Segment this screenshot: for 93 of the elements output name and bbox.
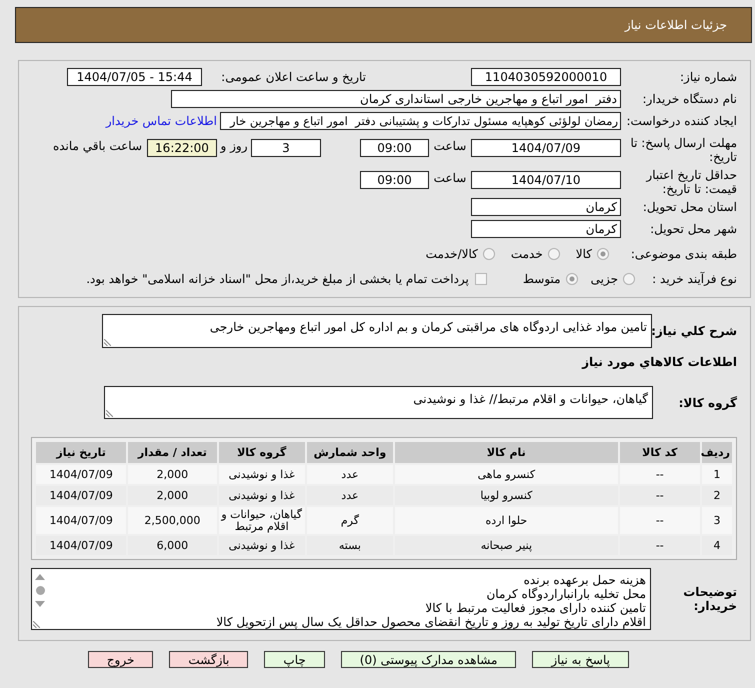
province-field[interactable]: کرمان bbox=[471, 198, 621, 216]
field-label: شرح کلي نیاز: bbox=[652, 324, 737, 338]
action-button[interactable]: خروج bbox=[88, 651, 154, 668]
field-label: طبقه بندی موضوعی: bbox=[630, 247, 737, 261]
table-cell: کنسرو لوبیا bbox=[395, 486, 618, 505]
validity-date-field[interactable]: 1404/07/10 bbox=[471, 171, 621, 189]
field-label: نام دستگاه خریدار: bbox=[642, 92, 737, 106]
action-button[interactable]: بازگشت bbox=[169, 651, 248, 668]
reply-date-field[interactable]: 1404/07/09 bbox=[471, 139, 621, 157]
table-cell: -- bbox=[620, 507, 700, 534]
field-label: شهر محل تحویل: bbox=[649, 222, 737, 236]
table-cell: بسته bbox=[306, 536, 394, 555]
field-label: ایجاد کننده درخواست: bbox=[625, 114, 737, 128]
table-cell: گرم bbox=[306, 507, 394, 534]
table-cell: -- bbox=[620, 465, 700, 484]
announce-date-field[interactable]: 1404/07/05 - 15:44 bbox=[67, 68, 202, 86]
table-cell: 1404/07/09 bbox=[36, 507, 126, 534]
buyer-notes-field[interactable]: هزینه حمل برعهده برنده محل تخلیه بارانباراردوگاه کرمان تامین کننده دارای مجوز فعالیت مرتبط با کالا اقلام دارای تاریخ تولید به روز و تاریخ انقضای محصول حداقل یک سال پس ازتحویل کالا bbox=[31, 568, 651, 630]
field-label: تاریخ و ساعت اعلان عمومی: bbox=[220, 70, 366, 84]
time-left-field[interactable]: 16:22:00 bbox=[147, 139, 217, 157]
option-label: متوسط bbox=[522, 272, 561, 286]
scroll-up-icon[interactable] bbox=[35, 574, 45, 580]
checkbox-label: پرداخت تمام یا بخشی از مبلغ خرید،از محل "اسناد خزانه اسلامی" خواهد بود. bbox=[86, 272, 469, 286]
checkbox[interactable] bbox=[474, 273, 487, 285]
table-cell: 2,000 bbox=[128, 486, 217, 505]
table-cell: غذا و نوشیدنی bbox=[218, 486, 305, 505]
radio-button[interactable] bbox=[482, 248, 495, 260]
option-label: کالا bbox=[576, 247, 592, 261]
action-button[interactable]: چاپ bbox=[264, 651, 325, 668]
table-cell: غذا و نوشیدنی bbox=[218, 465, 305, 484]
goods-group-field[interactable]: گیاهان، حیوانات و اقلام مرتبط// غذا و نوشیدنی bbox=[104, 386, 653, 419]
table-cell: 1 bbox=[702, 465, 732, 484]
table-cell: 1404/07/09 bbox=[36, 536, 126, 555]
radio-button[interactable] bbox=[566, 273, 578, 285]
table-cell: 2 bbox=[702, 486, 732, 505]
option-label: کالا/خدمت bbox=[426, 247, 478, 261]
radio-button[interactable] bbox=[623, 273, 635, 285]
table-cell: -- bbox=[620, 486, 700, 505]
column-header: نام کالا bbox=[395, 442, 618, 463]
buyer-org-field[interactable]: دفتر امور اتباع و مهاجرین خارجی استانداری کرمان bbox=[171, 90, 621, 108]
option-label: خدمت bbox=[510, 247, 543, 261]
field-label: روز و bbox=[219, 139, 248, 153]
radio-button[interactable] bbox=[548, 248, 560, 260]
resize-grip-icon[interactable] bbox=[104, 339, 111, 346]
description-field[interactable]: تامین مواد غذایی اردوگاه های مراقبتی کرمان و بم اداره کل امور اتباع ومهاجرین خارجی bbox=[102, 314, 652, 348]
table-cell: 2,500,000 bbox=[128, 507, 217, 534]
table-cell: کنسرو ماهی bbox=[395, 465, 618, 484]
field-label: گروه کالا: bbox=[678, 396, 737, 410]
resize-grip-icon[interactable] bbox=[33, 621, 40, 628]
table-cell: غذا و نوشیدنی bbox=[218, 536, 305, 555]
column-header: تعداد / مقدار bbox=[128, 442, 217, 463]
field-label: استان محل تحویل: bbox=[642, 200, 737, 214]
resize-grip-icon[interactable] bbox=[106, 410, 113, 417]
field-label: حداقل تاریخ اعتبار قیمت: تا تاریخ: bbox=[644, 168, 737, 196]
radio-button[interactable] bbox=[597, 248, 609, 260]
table-cell: عدد bbox=[306, 486, 394, 505]
table-cell: عدد bbox=[306, 465, 394, 484]
days-left-field[interactable]: 3 bbox=[251, 139, 321, 157]
field-label: ساعت باقي مانده bbox=[52, 139, 142, 153]
scroll-thumb-icon[interactable] bbox=[36, 586, 44, 595]
table-cell: پنیر صبحانه bbox=[395, 536, 618, 555]
table-cell: 1404/07/09 bbox=[36, 465, 126, 484]
buyer-contact-link[interactable]: اطلاعات تماس خریدار bbox=[106, 114, 217, 128]
table-cell: -- bbox=[620, 536, 700, 555]
page-title: جزئیات اطلاعات نیاز bbox=[624, 18, 727, 32]
table-cell: 4 bbox=[702, 536, 732, 555]
column-header: تاریخ نیاز bbox=[36, 442, 126, 463]
field-label: مهلت ارسال پاسخ: تا تاریخ: bbox=[629, 136, 737, 164]
field-label: شماره نیاز: bbox=[679, 70, 737, 84]
city-field[interactable]: کرمان bbox=[471, 220, 621, 238]
reply-time-field[interactable]: 09:00 bbox=[360, 139, 429, 157]
scroll-down-icon[interactable] bbox=[35, 601, 45, 607]
action-button[interactable]: مشاهده مدارک پیوستی (0) bbox=[340, 651, 516, 668]
table-cell: 2,000 bbox=[128, 465, 217, 484]
action-button[interactable]: پاسخ به نیاز bbox=[532, 651, 629, 668]
field-label: نوع فرآیند خرید : bbox=[651, 272, 737, 286]
option-label: جزیی bbox=[590, 272, 618, 286]
column-header: واحد شمارش bbox=[306, 442, 394, 463]
table-cell: گیاهان، حیوانات و اقلام مرتبط bbox=[218, 507, 305, 534]
table-cell: 6,000 bbox=[128, 536, 217, 555]
need-number-field[interactable]: 1104030592000010 bbox=[471, 68, 621, 86]
table-cell: حلوا ارده bbox=[395, 507, 618, 534]
column-header: کد کالا bbox=[620, 442, 700, 463]
field-label: ساعت bbox=[432, 171, 468, 185]
column-header: ردیف bbox=[702, 442, 732, 463]
validity-time-field[interactable]: 09:00 bbox=[360, 171, 429, 189]
requester-field[interactable]: رمضان لولؤئی کوهپایه مسئول تدارکات و پشتیبانی دفتر امور اتباع و مهاجرین خار bbox=[220, 112, 621, 130]
section-title: اطلاعات کالاهاي مورد نیاز bbox=[582, 355, 737, 369]
table-cell: 1404/07/09 bbox=[36, 486, 126, 505]
table-cell: 3 bbox=[702, 507, 732, 534]
field-label: توضیحات خریدار: bbox=[682, 585, 737, 613]
column-header: گروه کالا bbox=[218, 442, 305, 463]
field-label: ساعت bbox=[432, 139, 468, 153]
